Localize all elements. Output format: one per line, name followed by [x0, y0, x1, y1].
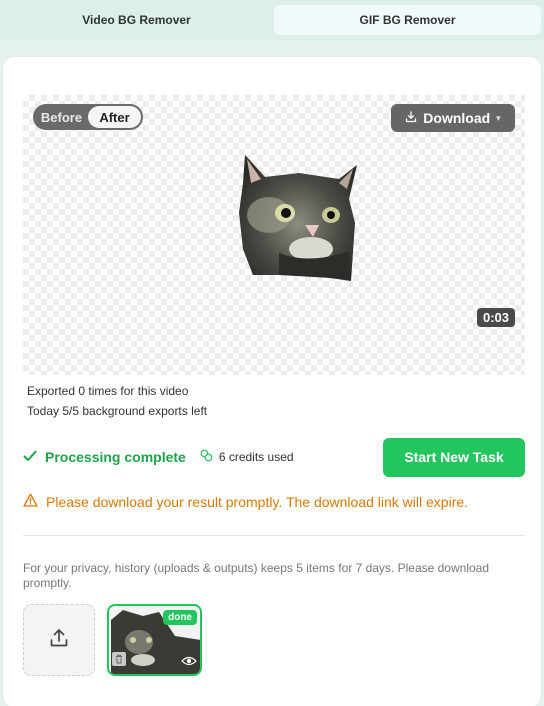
tab-gif-bg-remover[interactable]: GIF BG Remover: [274, 5, 541, 35]
chevron-down-icon: ▾: [496, 112, 501, 123]
upload-tile[interactable]: [23, 604, 95, 676]
result-preview: Before After Download ▾ 0:03: [23, 95, 525, 375]
result-card: Before After Download ▾ 0:03 Exported 0 …: [2, 56, 542, 706]
check-icon: [23, 449, 37, 465]
cat-cutout-image: [239, 153, 357, 283]
processing-status: Processing complete: [23, 449, 186, 465]
before-after-toggle[interactable]: Before After: [33, 104, 143, 130]
credits-used: 6 credits used: [200, 449, 294, 465]
toggle-after[interactable]: After: [88, 106, 141, 128]
expiry-warning: Please download your result promptly. Th…: [23, 493, 468, 510]
warning-icon: [23, 493, 38, 510]
expiry-warning-text: Please download your result promptly. Th…: [46, 493, 469, 510]
credits-used-label: 6 credits used: [218, 450, 294, 464]
done-badge: done: [163, 610, 197, 625]
status-row: Processing complete 6 credits used Start…: [23, 437, 525, 477]
export-count-text: Exported 0 times for this video: [27, 384, 189, 398]
toggle-before[interactable]: Before: [35, 106, 88, 128]
privacy-note: For your privacy, history (uploads & out…: [23, 561, 490, 590]
upload-icon: [48, 627, 70, 654]
processing-status-label: Processing complete: [45, 449, 186, 465]
download-icon: [405, 110, 417, 126]
exports-left-text: Today 5/5 background exports left: [27, 404, 208, 418]
trash-icon[interactable]: [112, 652, 126, 671]
download-button[interactable]: Download ▾: [391, 104, 515, 132]
history-item[interactable]: done: [107, 604, 202, 676]
start-new-task-button[interactable]: Start New Task: [383, 437, 525, 477]
video-timestamp: 0:03: [476, 308, 515, 327]
section-divider: [23, 535, 525, 536]
eye-icon[interactable]: [181, 654, 197, 672]
mode-tabs: Video BG Remover GIF BG Remover: [0, 0, 544, 40]
coins-icon: [200, 449, 213, 465]
tab-video-bg-remover[interactable]: Video BG Remover: [3, 5, 270, 35]
download-label: Download: [423, 110, 491, 126]
